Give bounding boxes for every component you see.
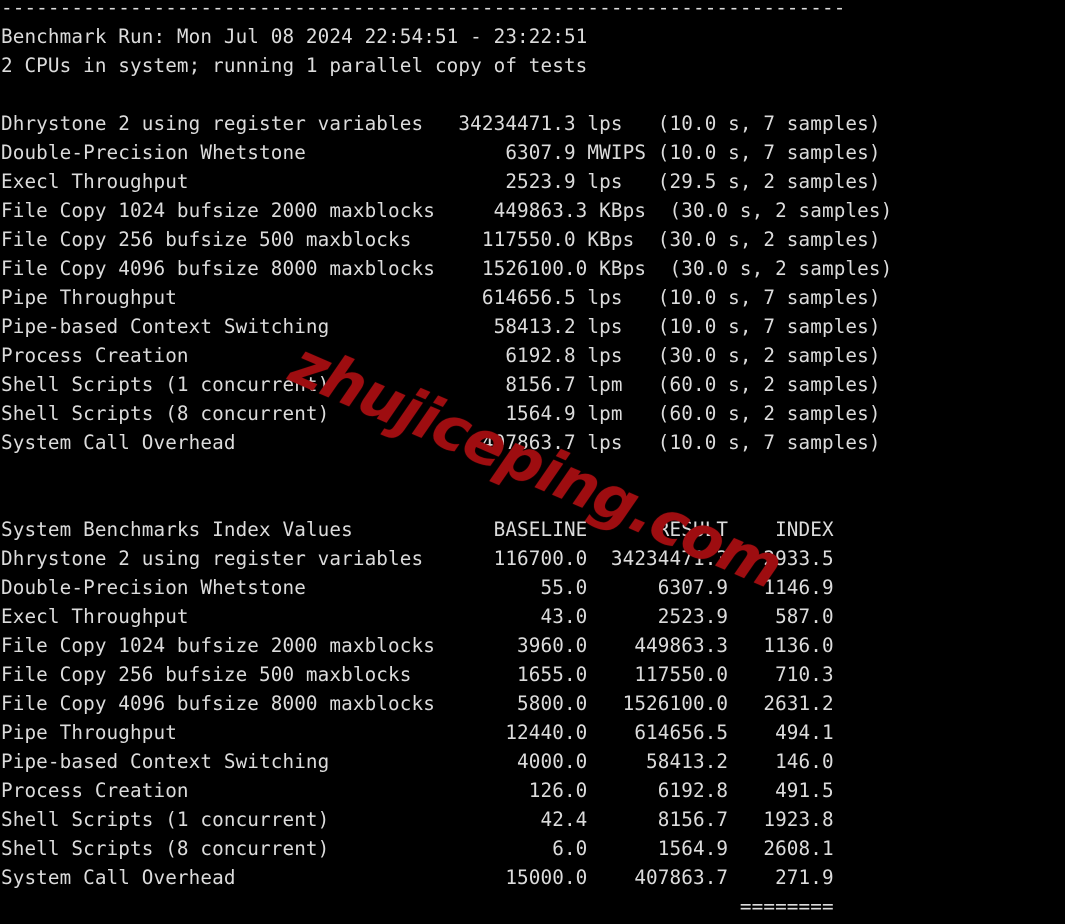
- raw-result-row: Pipe Throughput 614656.5 lps (10.0 s, 7 …: [1, 286, 881, 309]
- blank: [0, 80, 1065, 109]
- index-value-row: File Copy 256 bufsize 500 maxblocks 1655…: [1, 663, 834, 686]
- raw-result-row: File Copy 256 bufsize 500 maxblocks 1175…: [1, 228, 881, 251]
- terminal-window[interactable]: ----------------------------------------…: [0, 0, 1065, 924]
- index-value-row: Shell Scripts (8 concurrent) 6.0 1564.9 …: [1, 837, 834, 860]
- index-value-row: System Call Overhead 15000.0 407863.7 27…: [1, 866, 834, 889]
- index-value-row: Dhrystone 2 using register variables 116…: [1, 547, 834, 570]
- index-value-row: File Copy 4096 bufsize 8000 maxblocks 58…: [1, 692, 834, 715]
- index-value-row: Pipe Throughput 12440.0 614656.5 494.1: [1, 721, 834, 744]
- index-value-row: Execl Throughput 43.0 2523.9 587.0: [1, 605, 834, 628]
- score-rule: ========: [1, 895, 834, 918]
- raw-result-row: Dhrystone 2 using register variables 342…: [1, 112, 881, 135]
- blank: [0, 457, 1065, 486]
- raw-result-row: Double-Precision Whetstone 6307.9 MWIPS …: [1, 141, 881, 164]
- blank: [0, 486, 1065, 515]
- index-value-row: Process Creation 126.0 6192.8 491.5: [1, 779, 834, 802]
- raw-result-row: File Copy 1024 bufsize 2000 maxblocks 44…: [1, 199, 893, 222]
- raw-result-row: System Call Overhead 407863.7 lps (10.0 …: [1, 431, 881, 454]
- cpu-info: 2 CPUs in system; running 1 parallel cop…: [1, 54, 588, 77]
- index-value-row: File Copy 1024 bufsize 2000 maxblocks 39…: [1, 634, 834, 657]
- raw-result-row: Shell Scripts (1 concurrent) 8156.7 lpm …: [1, 373, 881, 396]
- index-header-row: System Benchmarks Index Values BASELINE …: [1, 518, 834, 541]
- raw-result-row: Pipe-based Context Switching 58413.2 lps…: [1, 315, 881, 338]
- index-value-row: Pipe-based Context Switching 4000.0 5841…: [1, 750, 834, 773]
- raw-result-row: Process Creation 6192.8 lps (30.0 s, 2 s…: [1, 344, 881, 367]
- raw-result-row: Execl Throughput 2523.9 lps (29.5 s, 2 s…: [1, 170, 881, 193]
- index-value-row: Shell Scripts (1 concurrent) 42.4 8156.7…: [1, 808, 834, 831]
- terminal-output: ----------------------------------------…: [0, 0, 1065, 924]
- benchmark-run: Benchmark Run: Mon Jul 08 2024 22:54:51 …: [1, 25, 588, 48]
- index-value-row: Double-Precision Whetstone 55.0 6307.9 1…: [1, 576, 834, 599]
- rule-top: ----------------------------------------…: [1, 0, 846, 19]
- raw-result-row: File Copy 4096 bufsize 8000 maxblocks 15…: [1, 257, 893, 280]
- raw-result-row: Shell Scripts (8 concurrent) 1564.9 lpm …: [1, 402, 881, 425]
